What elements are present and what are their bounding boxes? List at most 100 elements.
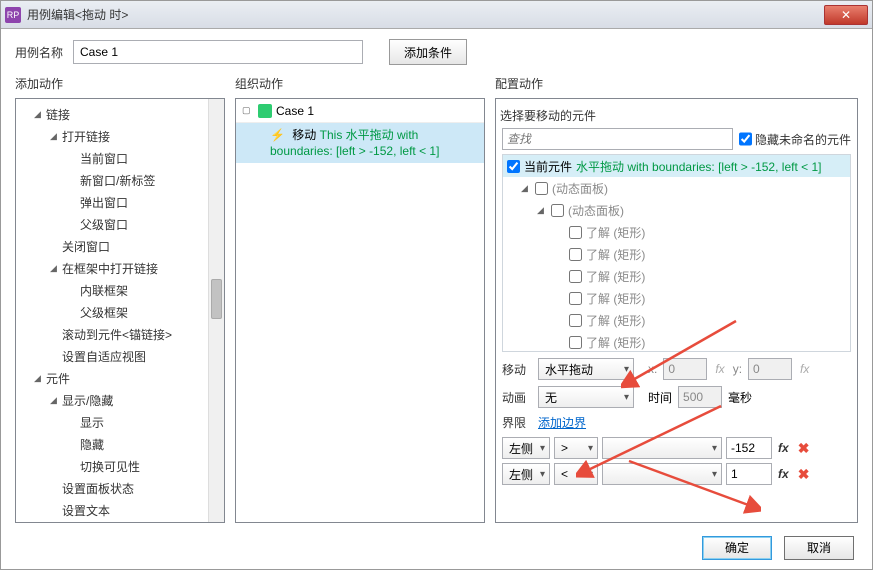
cancel-button[interactable]: 取消 bbox=[784, 536, 854, 560]
move-label: 移动 bbox=[502, 361, 532, 378]
tree-scrollbar[interactable] bbox=[208, 99, 224, 522]
list-item[interactable]: 了解 (矩形) bbox=[503, 265, 850, 287]
case-name-input[interactable] bbox=[73, 40, 363, 64]
bound-value-input[interactable] bbox=[726, 463, 772, 485]
current-checkbox[interactable] bbox=[507, 160, 520, 173]
window-title: 用例编辑<拖动 时> bbox=[27, 6, 824, 23]
time-input[interactable] bbox=[678, 386, 722, 408]
tree-node-label: 当前窗口 bbox=[80, 150, 128, 167]
list-item-current[interactable]: 当前元件 水平拖动 with boundaries: [left > -152,… bbox=[503, 155, 850, 177]
list-item[interactable]: 了解 (矩形) bbox=[503, 287, 850, 309]
bound-expr-select[interactable] bbox=[602, 463, 722, 485]
close-button[interactable]: ✕ bbox=[824, 5, 868, 25]
tree-node-label: 关闭窗口 bbox=[62, 238, 110, 255]
tree-node[interactable]: 弹出窗口 bbox=[16, 191, 224, 213]
x-fx-button[interactable]: fx bbox=[713, 362, 726, 376]
bound-delete-button[interactable]: ✖ bbox=[795, 440, 813, 457]
tree-node[interactable]: ◢显示/隐藏 bbox=[16, 389, 224, 411]
list-item[interactable]: 了解 (矩形) bbox=[503, 243, 850, 265]
list-item[interactable]: 了解 (矩形) bbox=[503, 221, 850, 243]
tree-node-label: 链接 bbox=[46, 106, 70, 123]
hide-unnamed-checkbox[interactable] bbox=[739, 128, 752, 150]
bound-fx-button[interactable]: fx bbox=[776, 467, 791, 481]
tree-node-label: 设置面板状态 bbox=[62, 480, 134, 497]
expand-icon: ◢ bbox=[34, 373, 46, 384]
tree-node[interactable]: 设置图片 bbox=[16, 521, 224, 522]
bound-side-select[interactable]: 左侧 bbox=[502, 463, 550, 485]
tree-node[interactable]: ◢打开链接 bbox=[16, 125, 224, 147]
anim-select[interactable]: 无 bbox=[538, 386, 634, 408]
y-label: y: bbox=[733, 362, 742, 376]
tree-node-label: 新窗口/新标签 bbox=[80, 172, 155, 189]
tree-node[interactable]: 滚动到元件<锚链接> bbox=[16, 323, 224, 345]
bounds-label: 界限 bbox=[502, 414, 532, 431]
hide-unnamed-label[interactable]: 隐藏未命名的元件 bbox=[739, 128, 851, 150]
list-item[interactable]: 了解 (矩形) bbox=[503, 309, 850, 331]
bound-op-select[interactable]: < bbox=[554, 463, 598, 485]
action-tree[interactable]: ◢链接◢打开链接当前窗口新窗口/新标签弹出窗口父级窗口关闭窗口◢在框架中打开链接… bbox=[16, 99, 224, 522]
list-item[interactable]: 了解 (矩形) bbox=[503, 331, 850, 352]
y-input[interactable] bbox=[748, 358, 792, 380]
tree-node-label: 设置文本 bbox=[62, 502, 110, 519]
bound-expr-select[interactable] bbox=[602, 437, 722, 459]
panel2-checkbox[interactable] bbox=[551, 204, 564, 217]
case-root[interactable]: ▢ Case 1 bbox=[236, 99, 484, 123]
add-boundary-link[interactable]: 添加边界 bbox=[538, 414, 586, 431]
widget-select-label: 选择要移动的元件 bbox=[496, 103, 857, 128]
tree-node[interactable]: 切换可见性 bbox=[16, 455, 224, 477]
bound-fx-button[interactable]: fx bbox=[776, 441, 791, 455]
action-row[interactable]: ⚡ 移动 This 水平拖动 with boundaries: [left > … bbox=[236, 123, 484, 163]
tree-node[interactable]: 设置文本 bbox=[16, 499, 224, 521]
list-item-panel2[interactable]: ◢ (动态面板) bbox=[503, 199, 850, 221]
tree-node-label: 设置自适应视图 bbox=[62, 348, 146, 365]
anim-label: 动画 bbox=[502, 389, 532, 406]
tree-node[interactable]: 关闭窗口 bbox=[16, 235, 224, 257]
tree-node-label: 元件 bbox=[46, 370, 70, 387]
time-label: 时间 bbox=[648, 389, 672, 406]
app-icon: RP bbox=[5, 7, 21, 23]
action-prefix: 移动 bbox=[292, 128, 316, 142]
expand-icon: ◢ bbox=[34, 109, 46, 120]
search-input[interactable] bbox=[502, 128, 733, 150]
bound-delete-button[interactable]: ✖ bbox=[795, 466, 813, 483]
tree-node[interactable]: ◢元件 bbox=[16, 367, 224, 389]
bound-value-input[interactable] bbox=[726, 437, 772, 459]
tree-node-label: 父级窗口 bbox=[80, 216, 128, 233]
case-name-label: 用例名称 bbox=[15, 44, 63, 61]
right-col-title: 配置动作 bbox=[495, 75, 858, 92]
expand-icon: ▢ bbox=[242, 105, 254, 116]
tree-node[interactable]: ◢链接 bbox=[16, 103, 224, 125]
y-fx-button[interactable]: fx bbox=[798, 362, 811, 376]
tree-node[interactable]: 当前窗口 bbox=[16, 147, 224, 169]
panel1-checkbox[interactable] bbox=[535, 182, 548, 195]
left-col-title: 添加动作 bbox=[15, 75, 225, 92]
tree-node-label: 弹出窗口 bbox=[80, 194, 128, 211]
mid-col-title: 组织动作 bbox=[235, 75, 485, 92]
tree-node-label: 父级框架 bbox=[80, 304, 128, 321]
tree-node[interactable]: 设置面板状态 bbox=[16, 477, 224, 499]
bound-op-select[interactable]: > bbox=[554, 437, 598, 459]
tree-node[interactable]: 新窗口/新标签 bbox=[16, 169, 224, 191]
tree-node[interactable]: 隐藏 bbox=[16, 433, 224, 455]
tree-node-label: 滚动到元件<锚链接> bbox=[62, 326, 172, 343]
x-label: x: bbox=[648, 362, 657, 376]
tree-node-label: 显示/隐藏 bbox=[62, 392, 113, 409]
expand-icon: ◢ bbox=[50, 263, 62, 274]
x-input[interactable] bbox=[663, 358, 707, 380]
tree-node[interactable]: 内联框架 bbox=[16, 279, 224, 301]
expand-icon: ◢ bbox=[537, 205, 547, 216]
ok-button[interactable]: 确定 bbox=[702, 536, 772, 560]
widget-list[interactable]: 当前元件 水平拖动 with boundaries: [left > -152,… bbox=[502, 154, 851, 352]
tree-node[interactable]: ◢在框架中打开链接 bbox=[16, 257, 224, 279]
boundary-row: 左侧< fx ✖ bbox=[502, 463, 851, 485]
tree-node[interactable]: 父级框架 bbox=[16, 301, 224, 323]
add-condition-button[interactable]: 添加条件 bbox=[389, 39, 467, 65]
list-item-panel1[interactable]: ◢ (动态面板) bbox=[503, 177, 850, 199]
move-type-select[interactable]: 水平拖动 bbox=[538, 358, 634, 380]
tree-node-label: 切换可见性 bbox=[80, 458, 140, 475]
tree-node-label: 隐藏 bbox=[80, 436, 104, 453]
tree-node[interactable]: 显示 bbox=[16, 411, 224, 433]
bound-side-select[interactable]: 左侧 bbox=[502, 437, 550, 459]
tree-node[interactable]: 父级窗口 bbox=[16, 213, 224, 235]
tree-node[interactable]: 设置自适应视图 bbox=[16, 345, 224, 367]
